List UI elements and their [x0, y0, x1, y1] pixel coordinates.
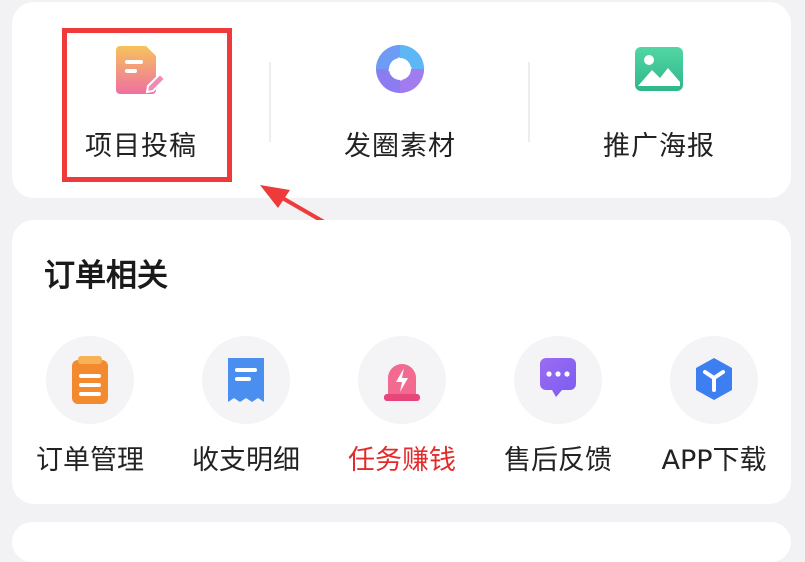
- shortcut-promo-poster[interactable]: 推广海报: [530, 2, 788, 198]
- order-item-after-sales[interactable]: 售后反馈: [480, 220, 636, 504]
- order-item-label: 任务赚钱: [348, 445, 456, 476]
- order-item-label: 收支明细: [192, 445, 300, 476]
- next-section-card: [12, 522, 791, 562]
- camera-aperture-icon: [376, 45, 424, 93]
- order-item-label: 订单管理: [36, 445, 144, 476]
- order-item-label: APP下载: [661, 445, 767, 476]
- icon-circle: [514, 336, 602, 424]
- icon-circle: [670, 336, 758, 424]
- chat-bubble-icon: [540, 358, 576, 397]
- order-item-order-management[interactable]: 订单管理: [12, 220, 168, 504]
- shortcut-label: 推广海报: [603, 131, 715, 162]
- alarm-light-icon: [384, 364, 420, 401]
- order-item-income-details[interactable]: 收支明细: [168, 220, 324, 504]
- order-item-label: 售后反馈: [504, 445, 612, 476]
- order-section-card: 订单相关 订单管理 收支明细 任务赚钱 售后反馈 APP下载: [12, 220, 791, 504]
- order-item-earn-tasks[interactable]: 任务赚钱: [324, 220, 480, 504]
- highlight-box: [62, 28, 232, 182]
- clipboard-list-icon: [72, 356, 108, 404]
- shortcut-label: 发圈素材: [344, 131, 456, 162]
- cube-download-icon: [696, 358, 732, 400]
- icon-circle: [202, 336, 290, 424]
- shortcut-share-material[interactable]: 发圈素材: [271, 2, 529, 198]
- receipt-icon: [228, 358, 264, 402]
- icon-circle: [358, 336, 446, 424]
- order-item-app-download[interactable]: APP下载: [636, 220, 792, 504]
- icon-circle: [46, 336, 134, 424]
- image-icon: [635, 47, 683, 91]
